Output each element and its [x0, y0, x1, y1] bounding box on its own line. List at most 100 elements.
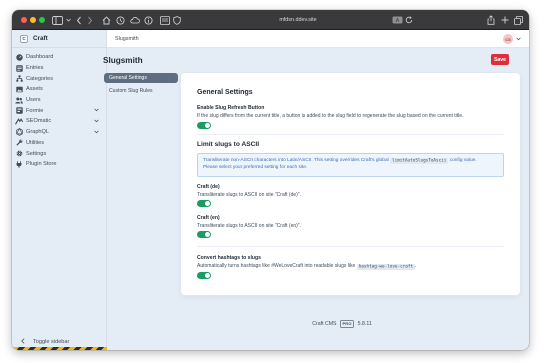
toggle-sidebar-button[interactable]: Toggle sidebar: [12, 334, 107, 350]
share-icon[interactable]: [487, 15, 495, 25]
divider: [197, 134, 504, 135]
cloud-icon[interactable]: [130, 15, 140, 25]
sidebar-item-label: Formie: [26, 107, 44, 114]
subnav-custom-slug-rules[interactable]: Custom Slug Rules: [104, 86, 178, 96]
minimize-window-button[interactable]: [30, 17, 36, 23]
page-title: Slugsmith: [103, 56, 143, 65]
chevron-down-icon[interactable]: [94, 130, 99, 136]
site-logo: C: [20, 34, 28, 43]
svg-text:A: A: [396, 18, 400, 24]
chevron-left-icon: [21, 338, 25, 346]
entries-icon: [12, 64, 26, 72]
product-name: Craft CMS: [312, 321, 337, 327]
field-label: Convert hashtags to slugs: [197, 255, 261, 261]
formie-icon: [12, 107, 26, 114]
gear-icon: [12, 150, 26, 157]
back-icon[interactable]: [76, 15, 82, 25]
main-nav: Dashboard Entries Categories Assets User…: [12, 48, 106, 170]
site-switcher[interactable]: C Craft: [12, 30, 106, 48]
graphql-icon: [12, 128, 26, 137]
chevron-down-icon[interactable]: [66, 15, 71, 25]
field-instructions: Transliterate slugs to ASCII on site "Cr…: [197, 223, 301, 229]
zoom-window-button[interactable]: [39, 17, 45, 23]
sidebar-item-plugin-store[interactable]: Plugin Store: [12, 159, 106, 170]
toggle-sidebar-label: Toggle sidebar: [33, 339, 70, 345]
sidebar-icon[interactable]: [52, 15, 63, 25]
sidebar-item-settings[interactable]: Settings: [12, 148, 106, 159]
sidebar-item-label: Plugin Store: [26, 161, 57, 168]
site-name: Craft: [33, 35, 48, 42]
ascii-en-toggle[interactable]: [197, 231, 211, 238]
sidebar-item-label: SEOmatic: [26, 118, 52, 125]
sidebar-item-formie[interactable]: Formie: [12, 105, 106, 116]
history-icon[interactable]: [116, 15, 125, 25]
hashtag-toggle[interactable]: [197, 272, 211, 279]
sidebar-item-label: GraphQL: [26, 129, 50, 136]
wrench-icon: [12, 139, 26, 146]
assets-icon: [12, 86, 26, 93]
instructions-text: Automatically turns hashtags like #WeLov…: [197, 263, 356, 269]
field-label: Enable Slug Refresh Button: [197, 105, 265, 111]
url-text: mfdsn.ddev.site: [279, 17, 317, 23]
sidebar-item-label: Utilities: [26, 139, 45, 146]
breadcrumb[interactable]: Slugsmith: [115, 36, 139, 42]
sidebar-item-assets[interactable]: Assets: [12, 84, 106, 95]
sidebar-item-dashboard[interactable]: Dashboard: [12, 52, 106, 63]
gauge-icon: [12, 54, 26, 61]
info-icon[interactable]: [144, 15, 153, 25]
slug-refresh-toggle[interactable]: [197, 122, 211, 129]
subsection-heading: Limit slugs to ASCII: [197, 141, 260, 148]
tip-text: config value.: [449, 158, 477, 163]
sidebar-item-utilities[interactable]: Utilities: [12, 138, 106, 149]
chevron-down-icon[interactable]: [94, 119, 99, 125]
home-icon[interactable]: [102, 15, 111, 25]
sidebar-item-label: Settings: [26, 150, 47, 157]
url-field[interactable]: mfdsn.ddev.site: [248, 14, 348, 26]
global-header: Slugsmith CS: [107, 30, 529, 48]
shield-icon[interactable]: [173, 15, 181, 25]
field-label: Craft (en): [197, 215, 220, 221]
sidebar-item-label: Users: [26, 97, 41, 104]
chevron-down-icon[interactable]: [94, 108, 99, 114]
slug-example-code: hashtag-we-love-craft: [356, 263, 416, 270]
tip-text: Transliterate non-ASCII characters into …: [203, 158, 389, 163]
new-tab-icon[interactable]: [501, 15, 509, 25]
version-number: 5.8.11: [357, 321, 372, 327]
dev-mode-stripe: [12, 347, 107, 350]
refresh-icon[interactable]: [405, 15, 413, 25]
close-window-button[interactable]: [21, 17, 27, 23]
instructions-suffix: .: [415, 263, 417, 269]
app-footer: Craft CMS PRO 5.8.11: [287, 320, 397, 328]
reader-icon[interactable]: [160, 15, 170, 25]
sidebar-item-seomatic[interactable]: SEOmatic: [12, 116, 106, 127]
tabs-overview-icon[interactable]: [514, 15, 523, 25]
section-heading: General Settings: [197, 89, 253, 96]
divider: [197, 246, 504, 247]
settings-card: General Settings Enable Slug Refresh But…: [181, 73, 520, 295]
browser-toolbar: mfdsn.ddev.site A: [12, 10, 529, 30]
sidebar-item-graphql[interactable]: GraphQL: [12, 127, 106, 138]
avatar[interactable]: CS: [503, 34, 513, 44]
field-instructions: Transliterate slugs to ASCII on site "Cr…: [197, 192, 301, 198]
sidebar: C Craft Dashboard Entries Categories Ass…: [12, 30, 107, 350]
config-code: limitAutoSlugsToAscii: [390, 157, 449, 164]
sidebar-item-users[interactable]: Users: [12, 95, 106, 106]
subnav-general-settings[interactable]: General Settings: [104, 73, 178, 83]
tip-line: Please select your preferred setting for…: [203, 165, 308, 171]
translate-icon[interactable]: A: [392, 15, 403, 25]
sidebar-item-entries[interactable]: Entries: [12, 63, 106, 74]
edition-badge: PRO: [339, 320, 355, 328]
forward-icon[interactable]: [87, 15, 93, 25]
chevron-down-icon[interactable]: [516, 37, 521, 43]
sidebar-item-categories[interactable]: Categories: [12, 73, 106, 84]
sidebar-item-label: Entries: [26, 65, 44, 72]
save-button[interactable]: Save: [491, 54, 509, 65]
field-instructions: Automatically turns hashtags like #WeLov…: [197, 263, 417, 270]
sidebar-item-label: Assets: [26, 86, 43, 93]
info-tip: Transliterate non-ASCII characters into …: [197, 153, 504, 177]
categories-icon: [12, 75, 26, 82]
users-icon: [12, 97, 26, 104]
ascii-de-toggle[interactable]: [197, 200, 211, 207]
field-instructions: If the slug differs from the current tit…: [197, 113, 464, 119]
seomatic-icon: [12, 118, 26, 125]
